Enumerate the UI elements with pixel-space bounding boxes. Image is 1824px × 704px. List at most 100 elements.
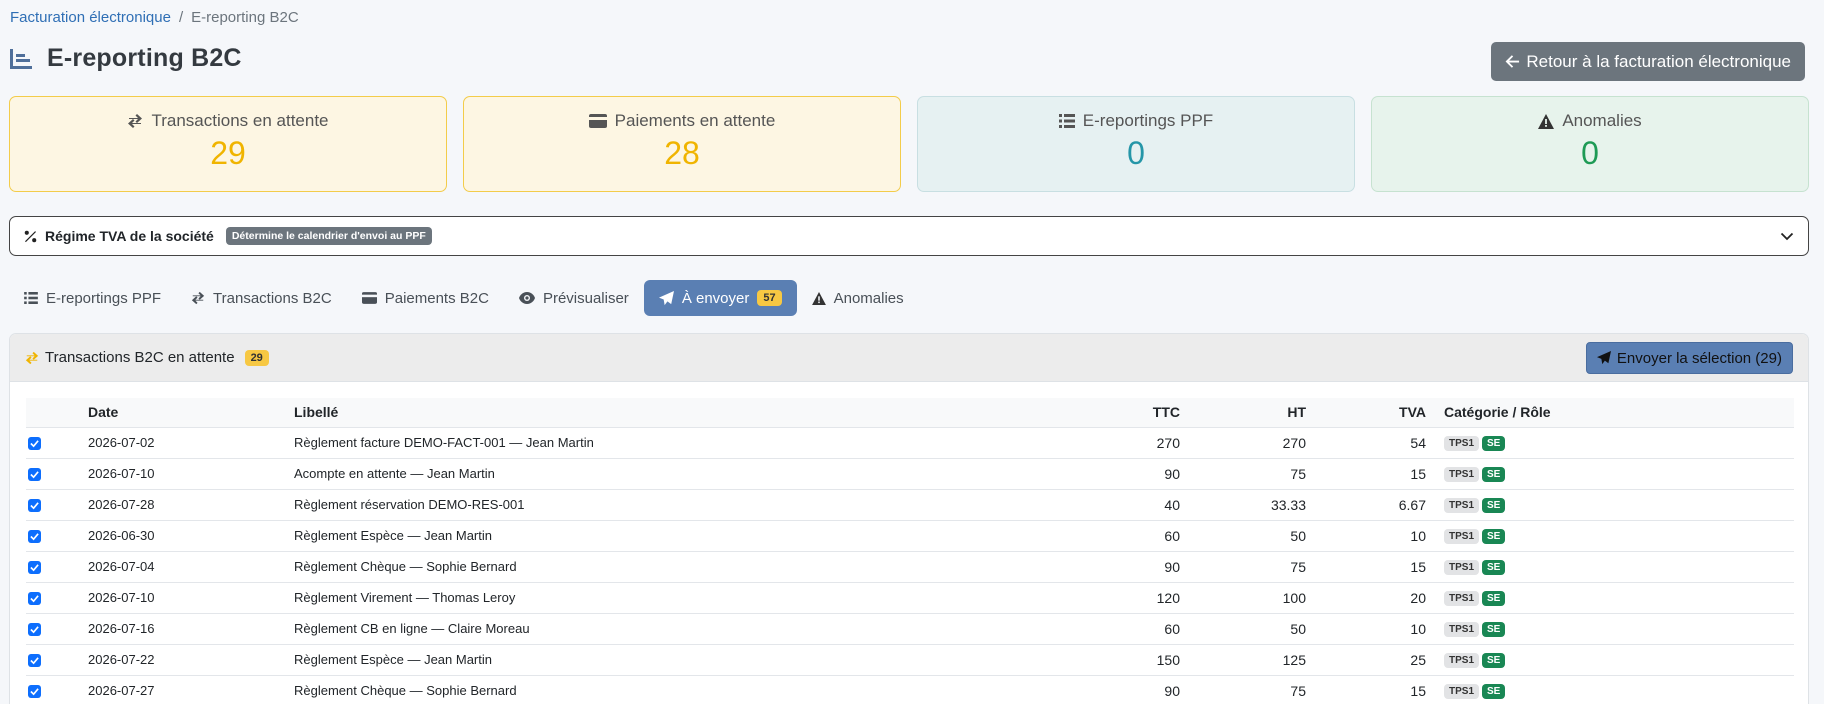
panel-header: Transactions B2C en attente 29 Envoyer l… — [10, 334, 1808, 382]
cell-categorie: TPS1 SE — [1426, 519, 1794, 551]
tab-label: Paiements B2C — [384, 289, 489, 307]
cell-ht: 50 — [1180, 612, 1306, 644]
card-label: Transactions en attente — [151, 111, 329, 130]
header-ttc: TTC — [1152, 404, 1180, 421]
row-checkbox[interactable] — [28, 499, 41, 513]
table-row: 2026-07-10 Règlement Virement — Thomas Le… — [26, 581, 1794, 613]
check-icon — [30, 626, 39, 634]
cell-ttc: 270 — [1094, 426, 1180, 458]
card-value: 29 — [210, 135, 246, 171]
exchange-icon — [25, 351, 39, 364]
cell-tva: 15 — [1306, 457, 1426, 489]
pending-transactions-panel: Transactions B2C en attente 29 Envoyer l… — [9, 333, 1809, 704]
role-badge: SE — [1482, 622, 1506, 637]
warning-icon — [811, 291, 826, 305]
header-libelle: Libellé — [294, 404, 339, 421]
role-badge: SE — [1482, 498, 1506, 513]
cell-libelle: Règlement réservation DEMO-RES-001 — [294, 488, 1094, 520]
tab-ereportings-ppf[interactable]: E-reportings PPF — [9, 280, 176, 316]
breadcrumb: Facturation électronique / E-reporting B2C — [10, 9, 299, 26]
send-selection-label: Envoyer la sélection (29) — [1616, 349, 1782, 367]
breadcrumb-separator: / — [178, 9, 184, 26]
cell-date: 2026-07-22 — [88, 643, 294, 675]
category-badge: TPS1 — [1444, 498, 1480, 513]
cell-tva: 15 — [1306, 674, 1426, 704]
cell-date: 2026-07-04 — [88, 550, 294, 582]
category-badge: TPS1 — [1444, 560, 1480, 575]
cell-date: 2026-07-16 — [88, 612, 294, 644]
category-badge: TPS1 — [1444, 436, 1480, 451]
check-icon — [30, 533, 39, 541]
row-select-cell — [26, 519, 88, 551]
role-badge: SE — [1482, 560, 1506, 575]
tab-count-badge: 57 — [757, 290, 782, 306]
table-row: 2026-07-27 Règlement Chèque — Sophie Bern… — [26, 674, 1794, 704]
cell-libelle: Acompte en attente — Jean Martin — [294, 457, 1094, 489]
table-row: 2026-07-02 Règlement facture DEMO-FACT-00… — [26, 426, 1794, 458]
tab-paiements-b2c[interactable]: Paiements B2C — [347, 280, 504, 316]
tab-previsualiser[interactable]: Prévisualiser — [504, 280, 644, 316]
row-select-cell — [26, 581, 88, 613]
cell-libelle: Règlement facture DEMO-FACT-001 — Jean M… — [294, 426, 1094, 458]
cell-categorie: TPS1 SE — [1426, 457, 1794, 489]
role-badge: SE — [1482, 467, 1506, 482]
row-checkbox[interactable] — [28, 592, 41, 606]
role-badge: SE — [1482, 436, 1506, 451]
row-checkbox[interactable] — [28, 654, 41, 668]
warning-icon — [1538, 113, 1555, 129]
row-select-cell — [26, 643, 88, 675]
tab-transactions-b2c[interactable]: Transactions B2C — [176, 280, 347, 316]
cell-ttc: 90 — [1094, 457, 1180, 489]
send-selection-button[interactable]: Envoyer la sélection (29) — [1585, 342, 1793, 374]
back-to-invoicing-button[interactable]: Retour à la facturation électronique — [1491, 42, 1805, 81]
page-header: E-reporting B2C — [9, 44, 242, 73]
cell-ht: 125 — [1180, 643, 1306, 675]
row-select-cell — [26, 612, 88, 644]
category-badge: TPS1 — [1444, 591, 1480, 606]
breadcrumb-parent-link[interactable]: Facturation électronique — [10, 9, 171, 26]
tab-label: Prévisualiser — [542, 289, 629, 307]
chevron-down-icon[interactable] — [1780, 229, 1794, 243]
tab-a-envoyer[interactable]: À envoyer 57 — [643, 280, 797, 316]
cell-tva: 15 — [1306, 550, 1426, 582]
table-row: 2026-07-04 Règlement Chèque — Sophie Bern… — [26, 550, 1794, 582]
cell-tva: 20 — [1306, 581, 1426, 613]
cell-categorie: TPS1 SE — [1426, 488, 1794, 520]
panel-count-badge: 29 — [244, 349, 269, 366]
table-header-row: Date Libellé TTC HT TVA Catégorie / Rôle — [26, 398, 1794, 427]
tab-anomalies[interactable]: Anomalies — [797, 280, 919, 316]
row-checkbox[interactable] — [28, 530, 41, 544]
tab-label: Anomalies — [833, 289, 904, 307]
cell-libelle: Règlement Chèque — Sophie Bernard — [294, 674, 1094, 704]
row-checkbox[interactable] — [28, 561, 41, 575]
cell-categorie: TPS1 SE — [1426, 426, 1794, 458]
paper-plane-icon — [1596, 351, 1611, 365]
row-select-cell — [26, 426, 88, 458]
cell-ht: 75 — [1180, 457, 1306, 489]
cell-date: 2026-07-27 — [88, 674, 294, 704]
list-icon — [1058, 114, 1075, 128]
credit-card-icon — [588, 114, 607, 128]
row-checkbox[interactable] — [28, 437, 41, 451]
cell-libelle: Règlement CB en ligne — Claire Moreau — [294, 612, 1094, 644]
cell-ttc: 60 — [1094, 612, 1180, 644]
cell-ht: 100 — [1180, 581, 1306, 613]
cell-ttc: 40 — [1094, 488, 1180, 520]
cell-ht: 33.33 — [1180, 488, 1306, 520]
role-badge: SE — [1482, 653, 1506, 668]
cell-ht: 50 — [1180, 519, 1306, 551]
card-label: E-reportings PPF — [1082, 111, 1214, 130]
cell-libelle: Règlement Virement — Thomas Leroy — [294, 581, 1094, 613]
row-checkbox[interactable] — [28, 623, 41, 637]
cell-ttc: 120 — [1094, 581, 1180, 613]
vat-regime-collapse[interactable]: Régime TVA de la société Détermine le ca… — [9, 216, 1809, 256]
cell-libelle: Règlement Espèce — Jean Martin — [294, 519, 1094, 551]
list-icon — [24, 292, 38, 304]
header-tva: TVA — [1399, 404, 1426, 421]
role-badge: SE — [1482, 529, 1506, 544]
row-checkbox[interactable] — [28, 468, 41, 482]
cell-tva: 10 — [1306, 519, 1426, 551]
card-value: 28 — [664, 135, 700, 171]
row-checkbox[interactable] — [28, 685, 41, 699]
cell-libelle: Règlement Espèce — Jean Martin — [294, 643, 1094, 675]
